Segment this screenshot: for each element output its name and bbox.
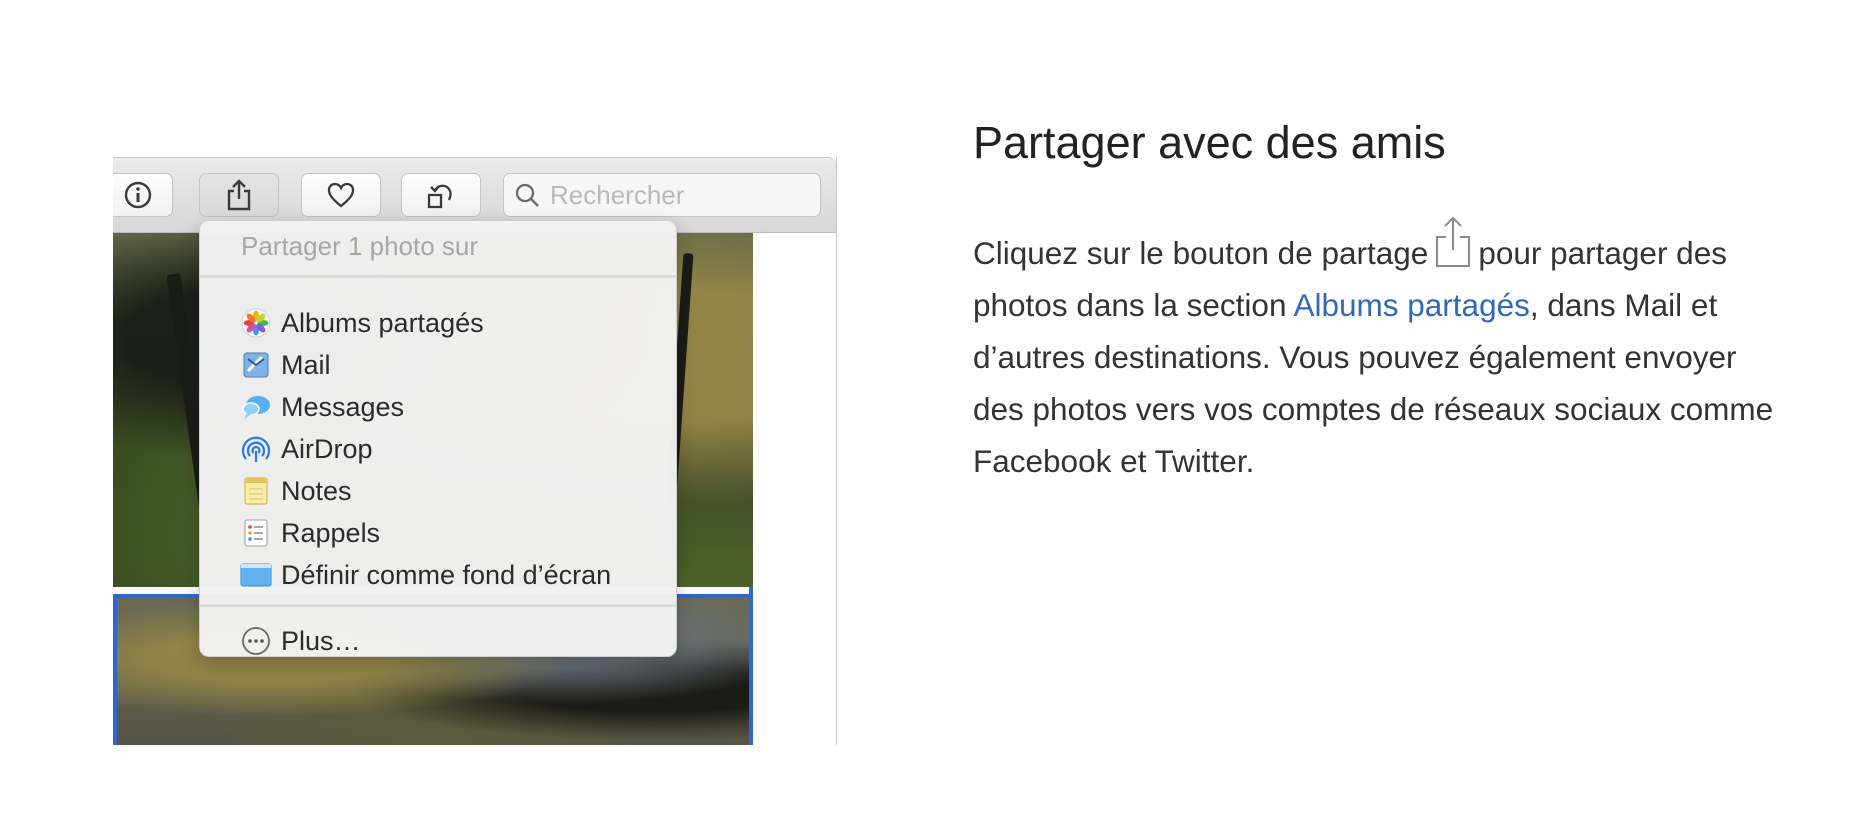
heart-icon <box>327 182 355 208</box>
menu-item-label: Rappels <box>281 517 381 548</box>
wallpaper-icon <box>240 559 272 591</box>
menu-item-shared-albums[interactable]: Albums partagés <box>240 303 484 343</box>
shared-albums-link[interactable]: Albums partagés <box>1293 287 1529 323</box>
article-title: Partager avec des amis <box>973 117 1446 168</box>
share-button[interactable] <box>199 173 279 217</box>
menu-item-messages[interactable]: Messages <box>240 387 404 427</box>
rotate-icon <box>427 184 452 209</box>
rotate-button[interactable] <box>401 173 481 217</box>
search-field[interactable] <box>503 173 821 217</box>
page: Partager 1 photo sur <box>0 0 1856 822</box>
article-body: Cliquez sur le bouton de partage pour pa… <box>973 216 1793 487</box>
photos-icon <box>240 307 272 339</box>
share-menu-header: Partager 1 photo sur <box>241 231 479 261</box>
menu-item-label: Messages <box>281 391 405 422</box>
search-input[interactable] <box>548 178 812 212</box>
more-icon <box>240 625 272 657</box>
menu-item-label: Définir comme fond d’écran <box>281 559 612 590</box>
menu-item-label: Plus… <box>281 625 361 656</box>
reminders-icon <box>240 517 272 549</box>
menu-item-mail[interactable]: Mail <box>240 345 331 385</box>
menu-item-more[interactable]: Plus… <box>240 621 361 661</box>
menu-item-notes[interactable]: Notes <box>240 471 352 511</box>
messages-icon <box>240 391 272 423</box>
menu-item-set-wallpaper[interactable]: Définir comme fond d’écran <box>240 555 611 595</box>
menu-separator <box>200 604 676 607</box>
menu-separator <box>200 275 676 278</box>
info-button[interactable] <box>113 173 173 217</box>
share-menu: Partager 1 photo sur Albums partagés Mai… <box>199 220 677 657</box>
menu-item-label: Mail <box>281 349 331 380</box>
article-text-part-1: Cliquez sur le bouton de partage <box>973 235 1429 271</box>
article: Partager avec des amis Cliquez sur le bo… <box>973 112 1793 487</box>
menu-item-label: Notes <box>281 475 352 506</box>
search-icon <box>515 183 539 207</box>
share-icon <box>1436 216 1471 267</box>
menu-item-reminders[interactable]: Rappels <box>240 513 380 553</box>
mail-icon <box>240 349 272 381</box>
photos-app-screenshot: Partager 1 photo sur <box>113 157 837 745</box>
favorite-button[interactable] <box>301 173 381 217</box>
menu-item-label: AirDrop <box>281 433 373 464</box>
notes-icon <box>240 475 272 507</box>
menu-item-label: Albums partagés <box>281 307 484 338</box>
airdrop-icon <box>240 433 272 465</box>
info-icon <box>124 181 152 209</box>
window-edge <box>836 157 837 745</box>
share-icon <box>227 179 251 211</box>
menu-item-airdrop[interactable]: AirDrop <box>240 429 373 469</box>
